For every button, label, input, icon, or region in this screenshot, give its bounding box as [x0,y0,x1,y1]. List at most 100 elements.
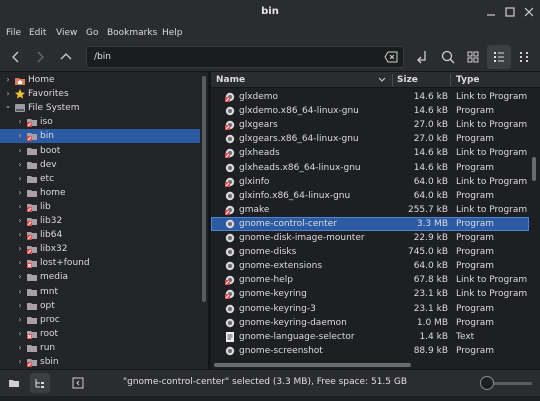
program-icon [225,191,235,201]
expander-right-icon[interactable]: › [4,73,12,87]
file-row[interactable]: gnome-disks 745.0 kB Program [211,245,529,259]
clear-location-icon[interactable] [384,50,398,64]
sidebar-item-proc[interactable]: › proc [0,313,200,327]
file-row[interactable]: glxgears.x86_64-linux-gnu 27.0 kB Program [211,132,529,146]
sidebar-scrollbar[interactable] [202,76,206,302]
sidebar-item-lost-found[interactable]: › lost+found [0,256,200,270]
column-name[interactable]: Name [216,72,245,88]
expander-right-icon[interactable]: › [16,228,24,242]
file-row[interactable]: glxdemo 14.6 kB Link to Program [211,90,529,104]
back-button[interactable] [4,45,28,69]
open-terminal-button[interactable] [410,45,434,69]
minimize-button[interactable] [483,4,499,20]
close-button[interactable] [521,4,537,20]
sidebar-item-favorites[interactable]: › Favorites [0,87,200,101]
menu-bookmarks[interactable]: Bookmarks [107,24,157,42]
expander-right-icon[interactable]: › [16,186,24,200]
sidebar-item-libx32[interactable]: › libx32 [0,242,200,256]
file-row[interactable]: glxinfo.x86_64-linux-gnu 64.0 kB Program [211,189,529,203]
file-row[interactable]: gnome-screenshot 88.9 kB Program [211,344,529,358]
sidebar-item-lib64[interactable]: › lib64 [0,228,200,242]
zoom-slider-handle[interactable] [480,376,494,390]
expander-right-icon[interactable]: › [16,144,24,158]
sidebar-item-bin[interactable]: › bin [0,129,200,144]
expander-right-icon[interactable]: › [16,256,24,270]
expander-right-icon[interactable]: › [16,158,24,172]
zoom-slider-track[interactable] [488,382,532,385]
sidebar-item-file-system[interactable]: ⌄ File System [0,101,200,115]
file-row[interactable]: glxgears 27.0 kB Link to Program [211,118,529,132]
file-row[interactable]: gnome-extensions 64.0 kB Program [211,259,529,273]
program-icon [225,219,235,229]
expander-right-icon[interactable]: › [16,214,24,228]
file-row[interactable]: gnome-keyring 23.1 kB Link to Program [211,287,529,301]
chevron-up-icon [60,53,72,60]
column-size[interactable]: Size [397,72,418,88]
file-row[interactable]: gnome-control-center 3.3 MB Program [211,216,529,231]
column-separator[interactable] [450,74,451,86]
expander-right-icon[interactable]: › [16,172,24,186]
search-button[interactable] [436,45,460,69]
expander-right-icon[interactable]: › [16,341,24,355]
sidebar-item-root[interactable]: › root [0,327,200,341]
location-bar[interactable] [86,46,404,68]
expander-down-icon[interactable]: ⌄ [4,99,12,113]
file-row[interactable]: glxdemo.x86_64-linux-gnu 14.6 kB Program [211,104,529,118]
file-row[interactable]: glxheads 14.6 kB Link to Program [211,146,529,160]
menu-help[interactable]: Help [162,24,183,42]
icon-view-button[interactable] [461,45,485,69]
sidebar-item-opt[interactable]: › opt [0,299,200,313]
sidebar-item-home[interactable]: › home [0,186,200,200]
file-size: 745.0 kB [407,247,448,258]
menu-view[interactable]: View [56,24,77,42]
file-row[interactable]: gnome-keyring-daemon 1.0 MB Program [211,316,529,330]
side-pane-shortcuts-button[interactable] [4,373,24,393]
column-header [211,72,540,88]
file-row[interactable]: gnome-disk-image-mounter 22.9 kB Program [211,231,529,245]
expander-right-icon[interactable]: › [16,355,24,369]
file-size: 3.3 MB [416,218,448,229]
sidebar-item-etc[interactable]: › etc [0,172,200,186]
expander-right-icon[interactable]: › [16,299,24,313]
menu-edit[interactable]: Edit [29,24,46,42]
file-row[interactable]: gnome-keyring-3 23.1 kB Program [211,302,529,316]
sidebar-item-boot[interactable]: › boot [0,144,200,158]
expander-right-icon[interactable]: › [16,242,24,256]
expander-right-icon[interactable]: › [16,115,24,129]
sidebar-item-lib32[interactable]: › lib32 [0,214,200,228]
column-type[interactable]: Type [456,72,479,88]
expander-right-icon[interactable]: › [16,327,24,341]
menu-file[interactable]: File [6,24,21,42]
maximize-button[interactable] [502,4,518,20]
column-separator[interactable] [392,74,393,86]
file-row[interactable]: gmake 255.7 kB Link to Program [211,203,529,217]
file-list-scrollbar[interactable] [532,157,536,181]
sidebar-item-lib[interactable]: › lib [0,200,200,214]
side-pane-tree-button[interactable] [30,373,50,393]
expander-right-icon[interactable]: › [16,200,24,214]
sidebar-item-home[interactable]: › Home [0,73,200,87]
sidebar-item-media[interactable]: › media [0,270,200,284]
sidebar-item-sbin[interactable]: › sbin [0,355,200,369]
file-row[interactable]: glxinfo 64.0 kB Link to Program [211,175,529,189]
compact-view-button[interactable] [513,45,537,69]
toggle-sidebar-button[interactable] [68,373,88,393]
file-row[interactable]: glxheads.x86_64-linux-gnu 14.6 kB Program [211,161,529,175]
file-size: 23.1 kB [413,289,448,300]
sidebar-item-run[interactable]: › run [0,341,200,355]
sidebar-item-iso[interactable]: › iso [0,115,200,129]
parent-folder-button[interactable] [54,45,78,69]
expander-right-icon[interactable]: › [16,313,24,327]
expander-right-icon[interactable]: › [16,129,24,143]
file-row[interactable]: gnome-help 67.8 kB Link to Program [211,273,529,287]
expander-right-icon[interactable]: › [16,270,24,284]
expander-right-icon[interactable]: › [16,285,24,299]
sidebar-item-dev[interactable]: › dev [0,158,200,172]
forward-button[interactable] [28,45,52,69]
horizontal-scrollbar[interactable] [214,363,411,367]
file-row[interactable]: gnome-language-selector 1.4 kB Text [211,330,529,344]
list-view-button[interactable] [487,45,511,69]
sidebar-item-mnt[interactable]: › mnt [0,285,200,299]
menu-go[interactable]: Go [86,24,98,42]
location-path[interactable]: /bin [94,46,111,68]
